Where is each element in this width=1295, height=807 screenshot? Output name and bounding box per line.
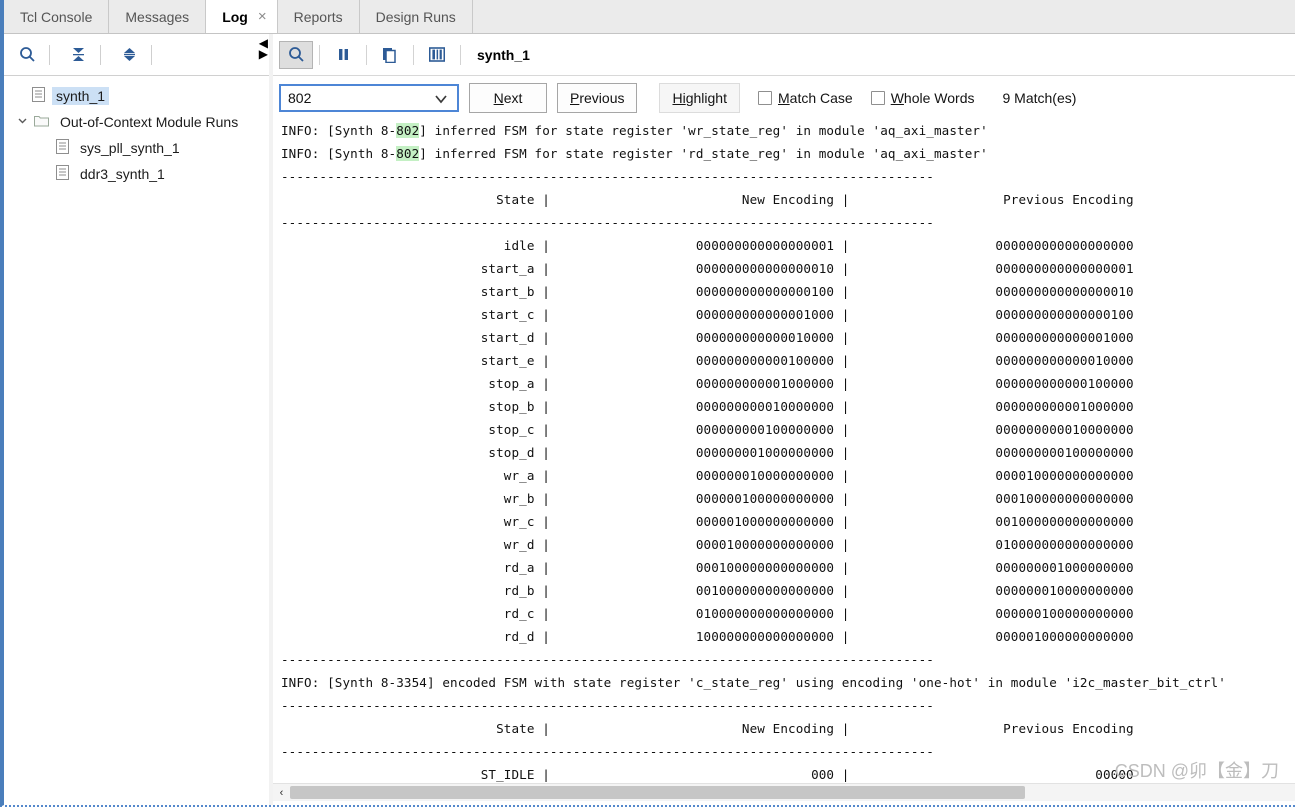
search-icon[interactable] — [10, 40, 44, 70]
tab-bar-filler — [472, 0, 1295, 33]
log-text: INFO: [Synth 8-802] inferred FSM for sta… — [281, 123, 1226, 782]
match-case-rest: atch Case — [789, 89, 853, 106]
toolbar-divider — [460, 44, 461, 65]
toolbar-divider — [100, 44, 101, 65]
tree-toolbar: ◀ ▶ — [4, 34, 272, 76]
document-icon — [32, 87, 45, 105]
whole-words-checkbox[interactable]: Whole Words — [870, 89, 975, 106]
tab-log[interactable]: Log — [206, 0, 254, 33]
tab-reports[interactable]: Reports — [277, 0, 360, 33]
log-panel: synth_1 Next Previous Highlight Match Ca… — [273, 34, 1295, 805]
document-icon — [56, 165, 69, 183]
scroll-left-icon[interactable]: ‹ — [273, 784, 290, 801]
tab-tcl-console[interactable]: Tcl Console — [4, 0, 110, 33]
toolbar-scroll-arrows[interactable]: ◀ ▶ — [259, 37, 268, 60]
next-rest: ext — [503, 89, 523, 106]
highlight-button[interactable]: Highlight — [659, 82, 740, 113]
tab-label: Reports — [293, 8, 343, 25]
toolbar-divider — [151, 44, 152, 65]
columns-button[interactable] — [420, 41, 454, 69]
expand-all-icon[interactable] — [112, 40, 146, 70]
document-icon — [56, 139, 69, 157]
tree-item-label: sys_pll_synth_1 — [80, 140, 180, 156]
previous-accel: P — [570, 89, 580, 106]
previous-rest: revious — [579, 89, 625, 106]
search-combo[interactable] — [279, 83, 459, 112]
tree-item-label: Out-of-Context Module Runs — [60, 114, 239, 130]
match-case-checkbox[interactable]: Match Case — [757, 89, 853, 106]
search-input[interactable] — [281, 85, 430, 110]
close-glyph: × — [257, 8, 267, 25]
tree-item-label: synth_1 — [52, 87, 110, 105]
tab-label: Tcl Console — [20, 8, 93, 25]
checkbox-box[interactable] — [757, 90, 772, 105]
folder-icon — [34, 114, 49, 130]
tab-label: Design Runs — [375, 8, 456, 25]
next-accel: N — [493, 89, 504, 106]
next-button[interactable]: Next — [469, 82, 547, 113]
log-toolbar: synth_1 — [273, 34, 1295, 76]
tree-item-ddr3-synth-1[interactable]: ddr3_synth_1 — [4, 161, 271, 187]
scrollbar-thumb[interactable] — [290, 786, 1025, 799]
whole-words-accel: W — [890, 89, 904, 106]
copy-button[interactable] — [373, 41, 407, 69]
tab-label: Log — [222, 8, 248, 25]
tree-item-label: ddr3_synth_1 — [80, 166, 165, 182]
toolbar-divider — [413, 44, 414, 65]
match-count-label: 9 Match(es) — [1002, 89, 1077, 106]
run-tree: synth_1 Out-of-Context Module Runs sys_p… — [4, 76, 272, 805]
chevron-down-icon[interactable] — [14, 115, 30, 129]
checkbox-box[interactable] — [870, 90, 885, 105]
log-title: synth_1 — [477, 46, 530, 63]
tab-design-runs[interactable]: Design Runs — [359, 0, 473, 33]
tree-item-synth-1[interactable]: synth_1 — [4, 83, 271, 109]
tab-messages[interactable]: Messages — [109, 0, 207, 33]
application-window: Tcl Console Messages Log × Reports Desig… — [0, 0, 1295, 807]
tree-item-sys-pll-synth-1[interactable]: sys_pll_synth_1 — [4, 135, 271, 161]
whole-words-rest: hole Words — [903, 89, 975, 106]
log-output[interactable]: INFO: [Synth 8-802] inferred FSM for sta… — [273, 119, 1295, 805]
collapse-all-icon[interactable] — [61, 40, 95, 70]
highlight-accel: Hi — [672, 89, 686, 106]
tab-label: Messages — [125, 8, 190, 25]
tab-bar: Tcl Console Messages Log × Reports Desig… — [4, 0, 1295, 34]
pause-button[interactable] — [326, 41, 360, 69]
scroll-right-icon[interactable]: ▶ — [259, 48, 268, 60]
previous-button[interactable]: Previous — [557, 82, 638, 113]
find-toggle-button[interactable] — [279, 40, 313, 69]
toolbar-divider — [366, 44, 367, 65]
tree-item-out-of-context-module-runs[interactable]: Out-of-Context Module Runs — [4, 109, 271, 135]
toolbar-divider — [49, 44, 50, 65]
find-bar: Next Previous Highlight Match Case Whole… — [273, 76, 1295, 119]
chevron-down-icon[interactable] — [434, 92, 448, 107]
tab-close-icon[interactable]: × — [253, 0, 278, 33]
highlight-rest: ghlight — [685, 89, 727, 106]
toolbar-divider — [319, 44, 320, 65]
horizontal-scrollbar[interactable]: ‹ — [273, 783, 1295, 801]
match-case-accel: M — [777, 89, 790, 106]
